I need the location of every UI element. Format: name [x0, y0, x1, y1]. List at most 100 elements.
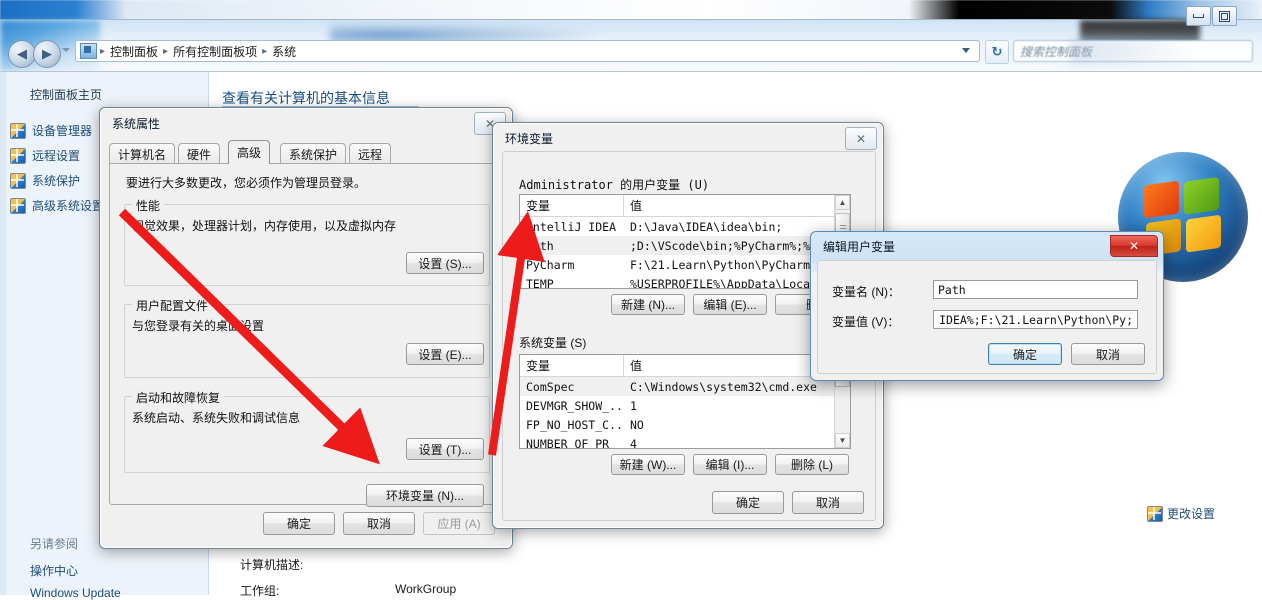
table-row[interactable]: TEMP %USERPROFILE%\AppData\Local\Te — [520, 274, 850, 289]
sidebar-item-advanced-system-settings[interactable]: 高级系统设置 — [10, 197, 104, 214]
workgroup-label: 工作组: — [240, 584, 280, 598]
maximize-icon — [1219, 10, 1230, 22]
history-dropdown-icon[interactable] — [62, 48, 70, 52]
variable-name: DEVMGR_SHOW_... — [526, 398, 624, 413]
system-variables-header: 变量 值 — [520, 355, 850, 377]
environment-variables-button[interactable]: 环境变量 (N)... — [366, 484, 484, 507]
breadcrumb-sep-icon: ▸ — [262, 45, 268, 57]
variable-value: 4 — [630, 436, 637, 449]
sidebar-item-device-manager[interactable]: 设备管理器 — [10, 122, 92, 139]
user-new-button[interactable]: 新建 (N)... — [611, 294, 685, 315]
forward-button[interactable]: ▶ — [33, 40, 61, 68]
ok-button[interactable]: 确定 — [712, 491, 784, 514]
variable-name: ComSpec — [526, 379, 575, 394]
refresh-button[interactable]: ↻ — [985, 40, 1009, 64]
table-row[interactable]: DEVMGR_SHOW_... 1 — [520, 396, 850, 415]
control-panel-icon — [80, 43, 97, 59]
sidebar-item-windows-update[interactable]: Windows Update — [30, 586, 121, 600]
admin-note: 要进行大多数更改，您必须作为管理员登录。 — [126, 176, 367, 190]
close-button[interactable]: ✕ — [845, 127, 877, 150]
blurred-background-strip — [0, 0, 1262, 20]
close-icon: ✕ — [855, 131, 867, 146]
address-bar[interactable]: ▸ 控制面板 ▸ 所有控制面板项 ▸ 系统 — [75, 40, 980, 62]
variable-name: TEMP — [526, 276, 554, 289]
breadcrumb-item-1[interactable]: 所有控制面板项 — [169, 42, 261, 61]
sidebar-item-remote-settings[interactable]: 远程设置 — [10, 147, 80, 164]
sidebar-item-label: 远程设置 — [32, 149, 81, 163]
shield-icon — [10, 172, 26, 189]
sidebar-item-action-center[interactable]: 操作中心 — [30, 562, 78, 579]
change-settings-link[interactable]: 更改设置 — [1147, 505, 1215, 522]
system-delete-button[interactable]: 删除 (L) — [775, 454, 849, 475]
table-row[interactable]: IntelliJ IDEA D:\Java\IDEA\idea\bin; — [520, 217, 850, 236]
close-icon: ✕ — [1128, 239, 1140, 253]
minimize-button[interactable] — [1186, 6, 1211, 26]
breadcrumb-sep-icon: ▸ — [100, 45, 106, 57]
variable-value: 1 — [630, 398, 637, 413]
dialog-title: 环境变量 — [505, 132, 554, 146]
user-profiles-group — [124, 304, 490, 378]
refresh-icon: ↻ — [991, 44, 1003, 59]
address-dropdown-icon[interactable] — [962, 48, 970, 53]
table-row[interactable]: Path ;D:\VScode\bin;%PyCharm%;%Intel — [520, 236, 850, 255]
startup-recovery-group — [124, 396, 490, 473]
tab-hardware[interactable]: 硬件 — [178, 143, 221, 164]
variable-name: FP_NO_HOST_C... — [526, 417, 624, 432]
sidebar-see-also-label: 另请参阅 — [30, 537, 79, 551]
performance-settings-button[interactable]: 设置 (S)... — [406, 252, 484, 274]
startup-recovery-group-title: 启动和故障恢复 — [132, 389, 225, 406]
shield-icon — [10, 122, 26, 139]
user-profiles-group-text: 与您登录有关的桌面设置 — [132, 319, 265, 333]
sidebar-item-label: 高级系统设置 — [32, 199, 105, 213]
breadcrumb-item-0[interactable]: 控制面板 — [106, 42, 162, 61]
sidebar-item-label: 操作中心 — [30, 564, 79, 578]
cancel-button[interactable]: 取消 — [1071, 343, 1145, 365]
user-edit-button[interactable]: 编辑 (E)... — [693, 294, 767, 315]
back-button[interactable]: ◀ — [8, 40, 36, 68]
variable-value-input[interactable]: ntelliJ IDEA%;F:\21.Learn\Python\Py; — [933, 310, 1138, 329]
variable-name: NUMBER_OF_PR — [526, 436, 610, 449]
column-header-value: 值 — [630, 199, 643, 213]
shield-icon — [1147, 505, 1163, 522]
ok-button[interactable]: 确定 — [263, 512, 335, 535]
close-button[interactable]: ✕ — [1110, 235, 1158, 257]
user-variables-label: Administrator 的用户变量 (U) — [519, 178, 710, 192]
cancel-button[interactable]: 取消 — [792, 491, 864, 514]
tab-advanced[interactable]: 高级 — [228, 140, 271, 164]
breadcrumb-item-2[interactable]: 系统 — [268, 42, 300, 61]
startup-recovery-settings-button[interactable]: 设置 (T)... — [406, 438, 484, 460]
variable-name-input[interactable]: Path — [933, 280, 1138, 299]
variable-name-label: 变量名 (N)： — [832, 285, 900, 299]
user-profiles-group-title: 用户配置文件 — [132, 297, 213, 314]
scroll-down-icon[interactable]: ▼ — [835, 433, 850, 448]
variable-value: NO — [630, 417, 644, 432]
user-profiles-settings-button[interactable]: 设置 (E)... — [406, 343, 484, 365]
table-row[interactable]: PyCharm F:\21.Learn\Python\PyCharm\PyC — [520, 255, 850, 274]
sidebar-item-label: 系统保护 — [32, 174, 81, 188]
system-new-button[interactable]: 新建 (W)... — [611, 454, 685, 475]
system-variables-list[interactable]: 变量 值 ComSpec C:\Windows\system32\cmd.exe… — [519, 354, 851, 449]
sidebar-item-system-protection[interactable]: 系统保护 — [10, 172, 80, 189]
table-row[interactable]: ComSpec C:\Windows\system32\cmd.exe — [520, 377, 850, 396]
ok-button[interactable]: 确定 — [988, 343, 1062, 365]
user-variables-list[interactable]: 变量 值 IntelliJ IDEA D:\Java\IDEA\idea\bin… — [519, 194, 851, 289]
cancel-button[interactable]: 取消 — [343, 512, 415, 535]
tab-computer-name[interactable]: 计算机名 — [109, 143, 176, 164]
page-title: 查看有关计算机的基本信息 — [222, 90, 390, 106]
tab-remote[interactable]: 远程 — [349, 143, 392, 164]
system-properties-dialog: 系统属性 ✕ 计算机名 硬件 高级 系统保护 远程 要进行大多数更改，您必须作为… — [99, 107, 513, 549]
variable-name: IntelliJ IDEA — [526, 219, 617, 234]
dialog-title: 编辑用户变量 — [823, 240, 896, 254]
dialog-title: 系统属性 — [112, 117, 161, 131]
table-row[interactable]: FP_NO_HOST_C... NO — [520, 415, 850, 434]
tab-system-protection[interactable]: 系统保护 — [280, 143, 347, 164]
maximize-button[interactable] — [1212, 6, 1237, 26]
workgroup-value: WorkGroup — [395, 582, 457, 596]
variable-value-text: ntelliJ IDEA%;F:\21.Learn\Python\Py; — [934, 312, 1133, 327]
table-row[interactable]: NUMBER_OF_PR 4 — [520, 434, 850, 449]
computer-description-label: 计算机描述: — [240, 558, 304, 572]
scroll-up-icon[interactable]: ▲ — [835, 195, 850, 210]
system-edit-button[interactable]: 编辑 (I)... — [693, 454, 767, 475]
sidebar-home-label[interactable]: 控制面板主页 — [30, 86, 102, 103]
column-header-variable: 变量 — [520, 355, 624, 376]
